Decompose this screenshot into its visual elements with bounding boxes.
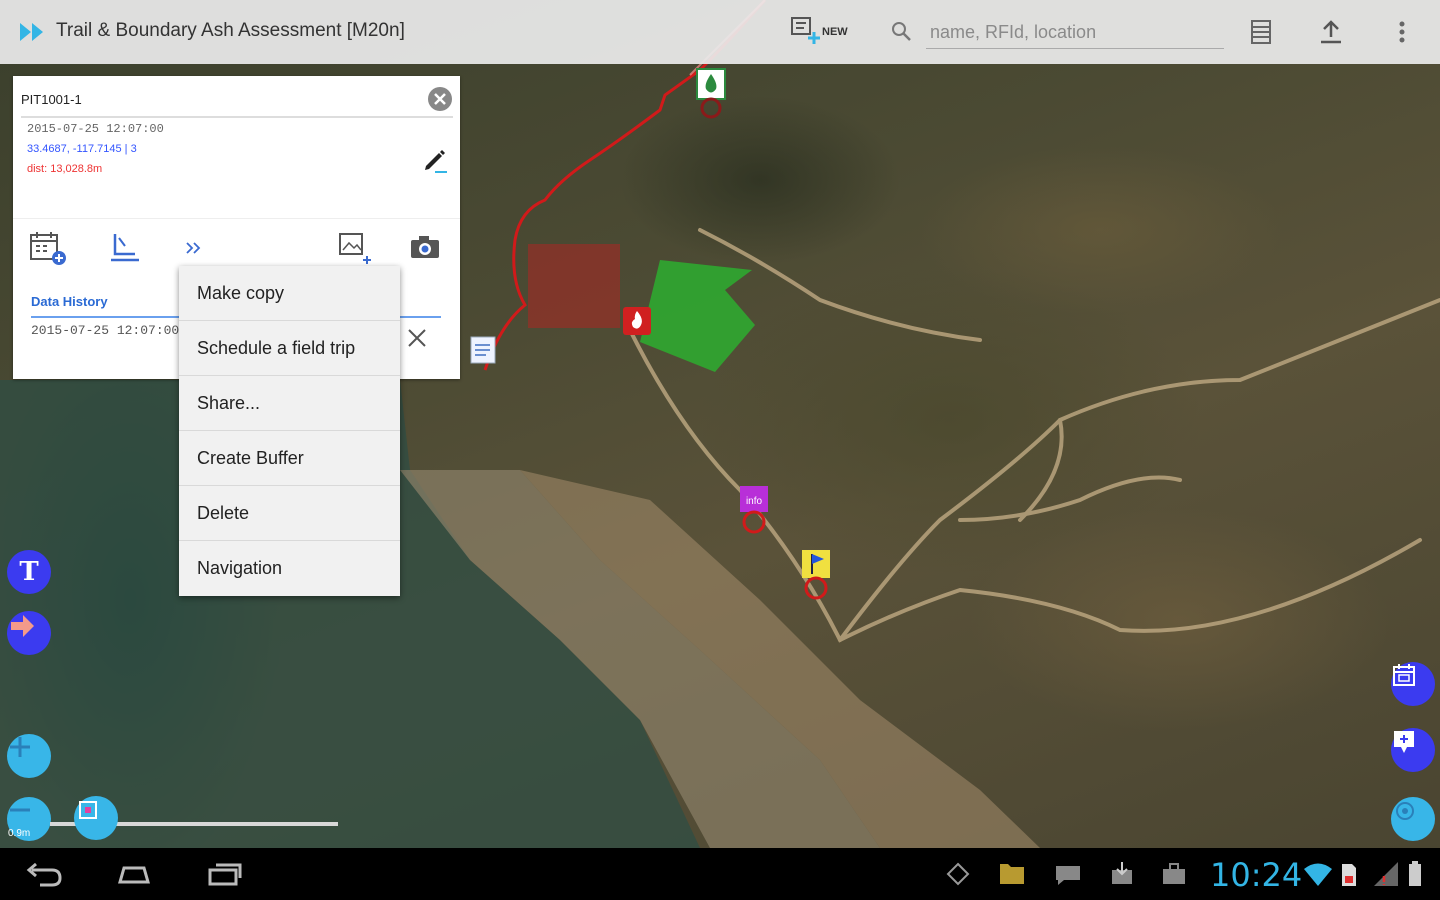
zoom-scale-text: 0.9m bbox=[8, 828, 31, 839]
zoom-in-button[interactable] bbox=[7, 734, 51, 778]
calendar-button[interactable] bbox=[1391, 662, 1435, 706]
signal-icon bbox=[1374, 862, 1398, 886]
hazard-zone[interactable] bbox=[528, 244, 620, 328]
menu-item-create-buffer[interactable]: Create Buffer bbox=[179, 431, 400, 486]
sim-card-icon bbox=[1342, 864, 1356, 886]
svg-text:info: info bbox=[746, 496, 763, 507]
wifi-icon bbox=[1304, 863, 1332, 886]
context-menu: Make copy Schedule a field trip Share...… bbox=[179, 266, 400, 596]
edit-pencil-icon[interactable] bbox=[421, 146, 449, 174]
double-chevron-icon[interactable] bbox=[18, 20, 48, 44]
new-record-icon bbox=[791, 17, 820, 44]
more-tools-chevron-icon[interactable] bbox=[183, 230, 207, 266]
menu-item-share[interactable]: Share... bbox=[179, 376, 400, 431]
info-marker[interactable]: info bbox=[738, 484, 770, 536]
note-marker[interactable] bbox=[470, 336, 496, 364]
cast-icon[interactable] bbox=[942, 858, 974, 890]
status-clock: 10:24 bbox=[1210, 856, 1303, 894]
search-icon bbox=[892, 22, 911, 41]
action-bar: Trail & Boundary Ash Assessment [M20n] N… bbox=[0, 0, 1440, 64]
download-tray-icon[interactable] bbox=[1106, 858, 1138, 890]
water-drop-marker[interactable] bbox=[696, 68, 726, 120]
my-location-button[interactable] bbox=[1391, 797, 1435, 841]
back-icon[interactable] bbox=[24, 858, 64, 890]
boundary-polygon[interactable] bbox=[640, 260, 755, 372]
close-x-icon[interactable] bbox=[405, 326, 429, 350]
text-tool-button[interactable]: T bbox=[7, 550, 51, 594]
card-divider bbox=[21, 116, 453, 118]
recent-apps-icon[interactable] bbox=[204, 858, 244, 890]
record-distance: dist: 13,028.8m bbox=[27, 163, 103, 175]
card-divider-2 bbox=[13, 218, 460, 219]
locate-icon bbox=[1396, 802, 1414, 820]
add-marker-button[interactable] bbox=[1391, 728, 1435, 772]
trail-network bbox=[628, 228, 1440, 643]
record-title: PIT1001-1 bbox=[21, 92, 82, 107]
move-icon bbox=[79, 801, 97, 819]
search-input[interactable] bbox=[926, 16, 1224, 49]
fire-marker[interactable] bbox=[622, 306, 652, 336]
system-navigation-bar: 10:24 bbox=[0, 848, 1440, 900]
survey-tool-icon[interactable] bbox=[105, 230, 145, 266]
flag-marker[interactable] bbox=[800, 548, 832, 602]
battery-icon bbox=[1409, 861, 1421, 886]
home-icon[interactable] bbox=[114, 858, 154, 890]
data-history-tab[interactable]: Data History bbox=[31, 294, 108, 309]
camera-icon[interactable] bbox=[407, 230, 447, 266]
record-timestamp: 2015-07-25 12:07:00 bbox=[27, 122, 164, 136]
menu-item-make-copy[interactable]: Make copy bbox=[179, 266, 400, 321]
plus-icon bbox=[10, 737, 30, 757]
menu-item-navigation[interactable]: Navigation bbox=[179, 541, 400, 595]
menu-item-delete[interactable]: Delete bbox=[179, 486, 400, 541]
record-coordinates: 33.4687, -117.7145 | 3 bbox=[27, 143, 137, 155]
overflow-menu-icon[interactable] bbox=[1392, 18, 1412, 46]
calendar-icon bbox=[1393, 664, 1415, 686]
history-row-timestamp[interactable]: 2015-07-25 12:07:00 bbox=[31, 323, 181, 338]
upload-icon[interactable] bbox=[1318, 18, 1344, 46]
add-image-icon[interactable] bbox=[337, 230, 377, 266]
new-record-button[interactable]: NEW bbox=[788, 14, 860, 50]
minus-icon bbox=[10, 808, 30, 812]
menu-item-schedule-field-trip[interactable]: Schedule a field trip bbox=[179, 321, 400, 376]
arrow-right-icon bbox=[11, 615, 34, 637]
app-title: Trail & Boundary Ash Assessment [M20n] bbox=[56, 20, 405, 41]
close-icon[interactable] bbox=[427, 86, 453, 112]
schedule-calendar-icon[interactable] bbox=[27, 230, 67, 266]
folder-icon[interactable] bbox=[996, 858, 1028, 890]
chat-icon[interactable] bbox=[1052, 858, 1084, 890]
layers-list-icon[interactable] bbox=[1248, 18, 1274, 46]
marker-plus-icon bbox=[1394, 731, 1414, 753]
briefcase-icon[interactable] bbox=[1158, 858, 1190, 890]
new-label: NEW bbox=[822, 26, 848, 38]
zoom-slider-handle[interactable] bbox=[74, 796, 118, 840]
text-icon: T bbox=[19, 557, 39, 587]
forward-button[interactable] bbox=[7, 611, 51, 655]
